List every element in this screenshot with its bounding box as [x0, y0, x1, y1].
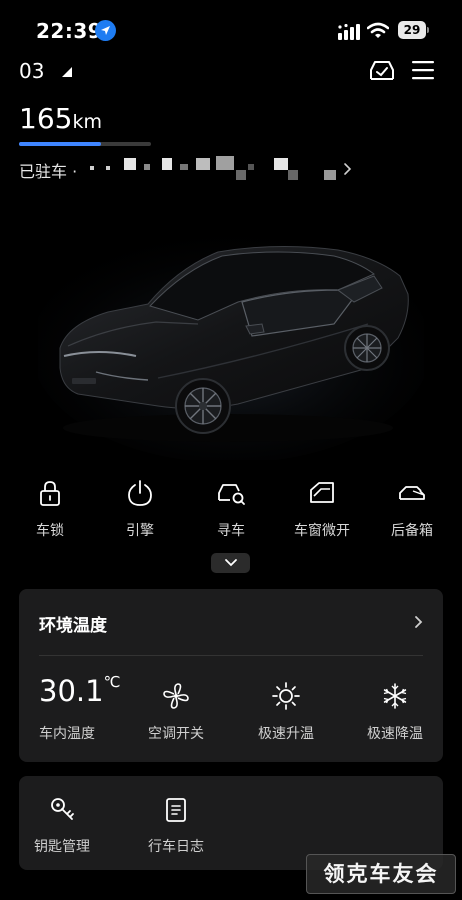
location-arrow-icon	[95, 20, 116, 41]
range-display: 165km	[19, 102, 102, 135]
battery-level: 29	[398, 21, 426, 39]
power-icon	[128, 480, 152, 506]
vehicle-switch-caret-icon[interactable]	[61, 66, 73, 78]
rapid-heat-label: 极速升温	[258, 726, 314, 742]
find-car-button[interactable]: 寻车	[186, 478, 276, 540]
climate-card: 环境温度 30.1℃ 车内温度 空调开关 极速升温 极速降温	[19, 589, 443, 762]
battery-indicator: 29	[398, 21, 430, 41]
find-car-icon	[218, 484, 245, 505]
lock-label: 车锁	[36, 523, 64, 539]
parking-status[interactable]: 已驻车 ·	[19, 158, 77, 182]
status-time: 22:39	[36, 19, 103, 43]
temperature-label: 车内温度	[39, 726, 95, 742]
ac-toggle-button[interactable]: 空调开关	[131, 681, 221, 743]
divider	[39, 655, 423, 656]
engine-button[interactable]: 引擎	[95, 478, 185, 540]
parking-chevron-right-icon[interactable]	[343, 162, 353, 176]
drive-log-label: 行车日志	[148, 839, 204, 855]
log-icon	[166, 798, 186, 822]
range-bar	[19, 142, 151, 146]
watermark: 领克车友会	[306, 854, 456, 894]
sun-icon	[272, 682, 300, 710]
wifi-icon	[367, 22, 389, 38]
trunk-button[interactable]: 后备箱	[367, 478, 457, 540]
vehicle-name[interactable]: 03	[19, 59, 44, 83]
rapid-heat-button[interactable]: 极速升温	[241, 681, 331, 743]
temperature-unit: ℃	[103, 673, 121, 691]
key-icon	[51, 798, 74, 820]
key-management-button[interactable]: 钥匙管理	[17, 796, 107, 856]
window-icon	[310, 482, 334, 503]
snowflake-icon	[383, 683, 407, 709]
climate-chevron-right-icon[interactable]	[414, 615, 424, 629]
chevron-down-icon	[224, 559, 237, 567]
window-vent-label: 车窗微开	[294, 523, 350, 539]
cellular-signal-icon	[338, 24, 360, 40]
temperature-value: 30.1	[39, 674, 104, 708]
menu-icon[interactable]	[411, 59, 435, 81]
rapid-cool-button[interactable]: 极速降温	[350, 681, 440, 743]
drive-log-button[interactable]: 行车日志	[131, 796, 221, 856]
rapid-cool-label: 极速降温	[367, 726, 423, 742]
engine-label: 引擎	[126, 523, 154, 539]
vehicle-status-icon[interactable]	[368, 58, 396, 84]
car-image	[38, 233, 424, 460]
trunk-label: 后备箱	[391, 523, 433, 539]
lock-button[interactable]: 车锁	[5, 478, 95, 540]
range-unit: km	[72, 111, 102, 133]
find-car-label: 寻车	[217, 523, 245, 539]
ac-toggle-label: 空调开关	[148, 726, 204, 742]
range-bar-fill	[19, 142, 101, 146]
range-value: 165	[19, 102, 73, 135]
expand-actions-button[interactable]	[211, 553, 250, 573]
lock-icon	[40, 481, 60, 506]
key-management-label: 钥匙管理	[34, 839, 90, 855]
cabin-temperature: 30.1℃	[39, 673, 120, 708]
fan-icon	[163, 683, 189, 709]
blurred-location-address	[88, 154, 348, 186]
window-vent-button[interactable]: 车窗微开	[277, 478, 367, 540]
climate-title[interactable]: 环境温度	[39, 611, 107, 636]
trunk-icon	[399, 486, 425, 500]
status-bar: 22:39 29	[0, 0, 462, 58]
